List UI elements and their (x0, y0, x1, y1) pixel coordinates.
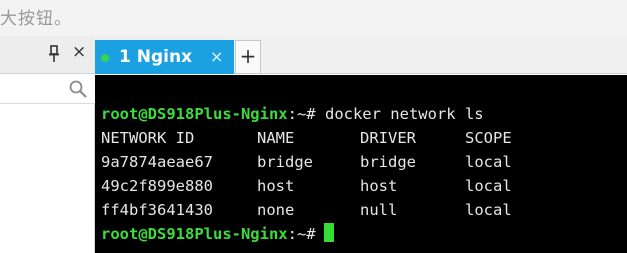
hint-text: 大按钮。 (0, 9, 72, 29)
row-scope: local (465, 153, 512, 171)
terminal[interactable]: root@DS918Plus-Nginx:~# docker network l… (95, 75, 627, 253)
table-row: 49c2f899e880 host host local (101, 174, 627, 198)
pin-icon[interactable] (48, 45, 60, 63)
left-panel: × (0, 36, 95, 253)
close-panel-button[interactable]: × (72, 42, 86, 62)
table-header: NETWORK ID NAME DRIVER SCOPE (101, 126, 627, 150)
prompt-line: root@DS918Plus-Nginx:~# (101, 222, 627, 246)
command-text: docker network ls (324, 105, 484, 123)
tab-label: 1 Nginx (119, 47, 193, 67)
row-scope: local (465, 201, 512, 219)
row-driver: null (360, 201, 398, 219)
table-row: 9a7874aeae67 bridge bridge local (101, 150, 627, 174)
row-scope: local (465, 177, 512, 195)
header-scope: SCOPE (465, 129, 512, 147)
row-driver: bridge (360, 153, 416, 171)
prompt-path: :~# (287, 105, 316, 123)
row-network-id: ff4bf3641430 (101, 201, 213, 219)
left-panel-header: × (0, 36, 95, 74)
row-name: host (257, 177, 295, 195)
search-icon[interactable] (68, 79, 88, 99)
status-dot-icon (101, 54, 109, 62)
tab-close-button[interactable]: × (210, 47, 223, 66)
command-line: root@DS918Plus-Nginx:~# docker network l… (101, 102, 627, 126)
row-name: bridge (257, 153, 313, 171)
prompt-user: root@DS918Plus-Nginx (101, 225, 288, 243)
row-network-id: 9a7874aeae67 (101, 153, 213, 171)
prompt-path: :~# (287, 225, 316, 243)
row-network-id: 49c2f899e880 (101, 177, 213, 195)
search-bar[interactable] (0, 74, 95, 104)
top-strip: 大按钮。 (0, 0, 627, 36)
header-network-id: NETWORK ID (101, 129, 195, 147)
add-tab-button[interactable]: + (235, 40, 261, 74)
table-row: ff4bf3641430 none null local (101, 198, 627, 222)
header-driver: DRIVER (360, 129, 416, 147)
prompt-user: root@DS918Plus-Nginx (101, 105, 288, 123)
tab-bar: 1 Nginx × + (95, 36, 627, 74)
row-driver: host (360, 177, 398, 195)
cursor (323, 223, 334, 242)
header-name: NAME (257, 129, 295, 147)
row-name: none (257, 201, 295, 219)
tab-nginx[interactable]: 1 Nginx × (95, 40, 234, 74)
